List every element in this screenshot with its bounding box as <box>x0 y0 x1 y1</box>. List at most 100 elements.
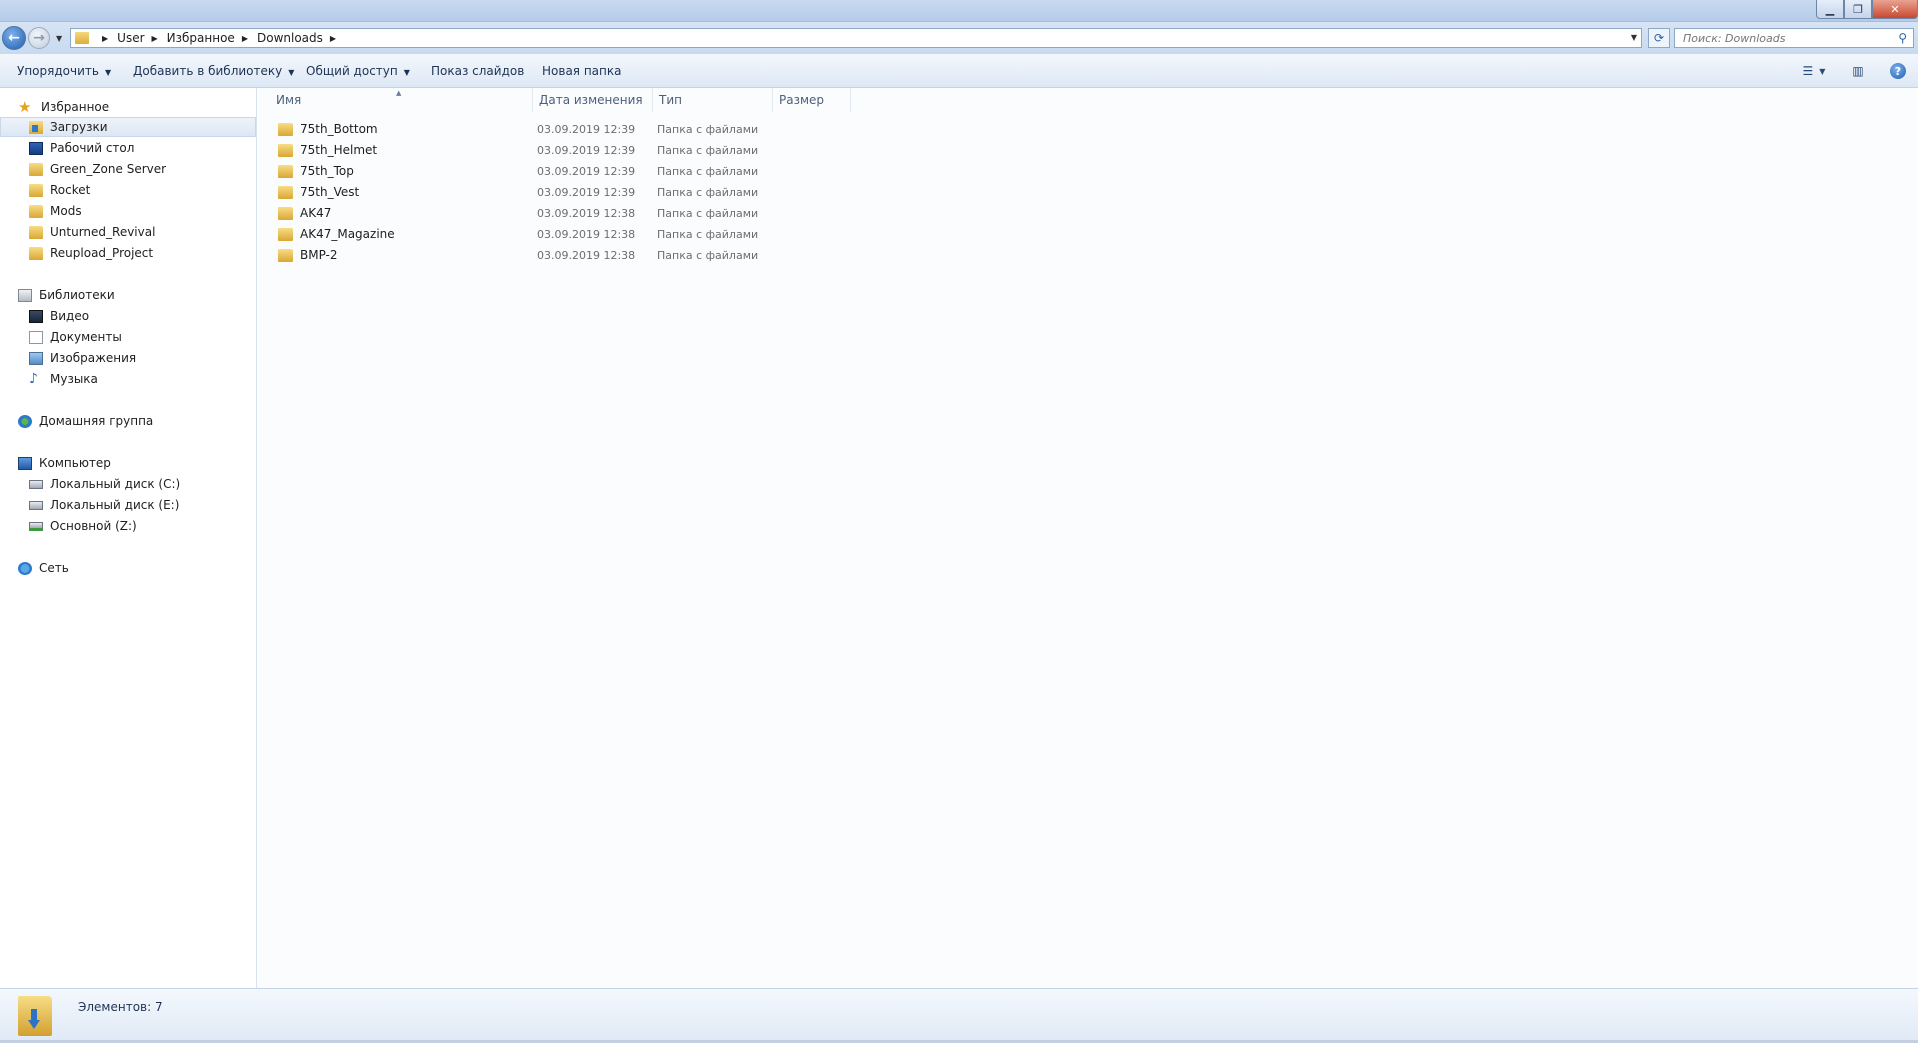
help-icon: ? <box>1890 63 1906 79</box>
nav-libraries-label: Библиотеки <box>39 288 115 302</box>
file-name-cell: 75th_Helmet <box>278 143 377 157</box>
chevron-down-icon: ▼ <box>104 68 112 77</box>
table-row[interactable]: AK47 03.09.2019 12:38 Папка с файлами <box>258 203 1918 224</box>
new-folder-label: Новая папка <box>542 64 622 78</box>
file-name: 75th_Bottom <box>300 122 378 136</box>
nav-item-label: Unturned_Revival <box>50 225 156 239</box>
nav-item-label: Локальный диск (C:) <box>50 477 181 491</box>
nav-libraries[interactable]: Библиотеки <box>0 285 256 305</box>
drive-icon <box>29 500 43 510</box>
column-header-date[interactable]: Дата изменения <box>533 88 653 112</box>
table-row[interactable]: 75th_Vest 03.09.2019 12:39 Папка с файла… <box>258 182 1918 203</box>
table-row[interactable]: BMP-2 03.09.2019 12:38 Папка с файлами <box>258 245 1918 266</box>
address-history-dropdown[interactable]: ▼ <box>1631 33 1637 42</box>
slideshow-button[interactable]: Показ слайдов <box>431 64 524 78</box>
nav-item-green-zone-server[interactable]: Green_Zone Server <box>0 159 256 179</box>
nav-item-rocket[interactable]: Rocket <box>0 180 256 200</box>
nav-item-reupload-project[interactable]: Reupload_Project <box>0 243 256 263</box>
window-controls: ▁ ❐ ✕ <box>1816 0 1918 20</box>
nav-network[interactable]: Сеть <box>0 558 256 578</box>
chevron-down-icon: ▼ <box>403 68 410 77</box>
folder-icon <box>29 246 43 260</box>
item-count: Элементов: 7 <box>78 1000 163 1014</box>
date-cell: 03.09.2019 12:39 <box>537 186 636 199</box>
nav-item-label: Green_Zone Server <box>50 162 167 176</box>
breadcrumb-downloads[interactable]: Downloads <box>257 31 323 45</box>
folder-icon <box>278 206 293 220</box>
folder-icon <box>278 248 293 262</box>
forward-button[interactable]: → <box>28 27 50 49</box>
add-to-library-button[interactable]: Добавить в библиотеку ▼ <box>133 64 294 78</box>
refresh-button[interactable]: ⟳ <box>1648 28 1670 48</box>
nav-item-label: Rocket <box>50 183 91 197</box>
table-row[interactable]: 75th_Helmet 03.09.2019 12:39 Папка с фай… <box>258 140 1918 161</box>
breadcrumb-user[interactable]: User <box>117 31 144 45</box>
search-box[interactable]: ⚲ <box>1674 28 1914 48</box>
table-row[interactable]: AK47_Magazine 03.09.2019 12:38 Папка с ф… <box>258 224 1918 245</box>
help-button[interactable]: ? <box>1888 62 1908 80</box>
nav-item-unturned-revival[interactable]: Unturned_Revival <box>0 222 256 242</box>
date-cell: 03.09.2019 12:39 <box>537 144 636 157</box>
minimize-button[interactable]: ▁ <box>1816 0 1844 19</box>
forward-arrow-icon: → <box>33 30 45 46</box>
column-header-name[interactable]: Имя ▲ <box>258 88 533 112</box>
search-input[interactable] <box>1683 31 1883 45</box>
network-icon <box>18 561 32 575</box>
nav-item-label: Загрузки <box>50 120 108 134</box>
column-header-size[interactable]: Размер <box>773 88 851 112</box>
search-icon[interactable]: ⚲ <box>1898 31 1907 45</box>
nav-item-mods[interactable]: Mods <box>0 201 256 221</box>
type-cell: Папка с файлами <box>657 207 759 220</box>
nav-item-label: Reupload_Project <box>50 246 154 260</box>
file-name: AK47 <box>300 206 332 220</box>
column-header-type[interactable]: Тип <box>653 88 773 112</box>
nav-favorites[interactable]: ★ Избранное <box>0 97 256 117</box>
star-icon: ★ <box>18 97 32 116</box>
chevron-down-icon: ▼ <box>1819 66 1826 76</box>
nav-computer[interactable]: Компьютер <box>0 453 256 473</box>
downloads-folder-icon <box>29 120 43 134</box>
breadcrumb-favorites[interactable]: Избранное <box>167 31 235 45</box>
nav-item-pictures[interactable]: Изображения <box>0 348 256 368</box>
computer-icon <box>18 456 32 470</box>
share-button[interactable]: Общий доступ ▼ <box>306 64 410 78</box>
file-name-cell: BMP-2 <box>278 248 338 262</box>
date-cell: 03.09.2019 12:38 <box>537 249 636 262</box>
nav-item-drive-e[interactable]: Локальный диск (E:) <box>0 495 256 515</box>
downloads-folder-icon <box>75 32 89 44</box>
nav-item-drive-c[interactable]: Локальный диск (C:) <box>0 474 256 494</box>
table-row[interactable]: 75th_Top 03.09.2019 12:39 Папка с файлам… <box>258 161 1918 182</box>
chevron-right-icon[interactable]: ▶ <box>102 34 108 43</box>
pictures-library-icon <box>29 351 43 365</box>
file-name-cell: AK47_Magazine <box>278 227 395 241</box>
folder-icon <box>29 162 43 176</box>
organize-label: Упорядочить <box>17 64 99 78</box>
nav-homegroup[interactable]: Домашняя группа <box>0 411 256 431</box>
nav-item-documents[interactable]: Документы <box>0 327 256 347</box>
chevron-right-icon[interactable]: ▶ <box>330 34 336 43</box>
chevron-right-icon[interactable]: ▶ <box>242 34 248 43</box>
add-to-library-label: Добавить в библиотеку <box>133 64 283 78</box>
nav-item-drive-z[interactable]: Основной (Z:) <box>0 516 256 536</box>
back-arrow-icon: ← <box>8 30 20 46</box>
homegroup-icon <box>18 414 32 428</box>
nav-item-video[interactable]: Видео <box>0 306 256 326</box>
organize-button[interactable]: Упорядочить ▼ <box>17 64 111 78</box>
preview-pane-button[interactable]: ▥ <box>1848 62 1868 80</box>
nav-item-music[interactable]: ♪ Музыка <box>0 369 256 389</box>
recent-pages-dropdown[interactable]: ▼ <box>56 34 62 43</box>
file-name-cell: 75th_Top <box>278 164 354 178</box>
address-bar[interactable]: ▶ User ▶ Избранное ▶ Downloads ▶ ▼ <box>70 28 1642 48</box>
view-options-button[interactable]: ☰ ▼ <box>1796 62 1832 80</box>
maximize-button[interactable]: ❐ <box>1844 0 1872 19</box>
table-row[interactable]: 75th_Bottom 03.09.2019 12:39 Папка с фай… <box>258 119 1918 140</box>
nav-homegroup-label: Домашняя группа <box>39 414 154 428</box>
type-cell: Папка с файлами <box>657 186 759 199</box>
new-folder-button[interactable]: Новая папка <box>542 64 621 78</box>
nav-item-desktop[interactable]: Рабочий стол <box>0 138 256 158</box>
chevron-right-icon[interactable]: ▶ <box>152 34 158 43</box>
nav-item-downloads[interactable]: Загрузки <box>0 117 256 137</box>
folder-icon <box>278 185 293 199</box>
back-button[interactable]: ← <box>2 26 26 50</box>
close-button[interactable]: ✕ <box>1872 0 1918 19</box>
